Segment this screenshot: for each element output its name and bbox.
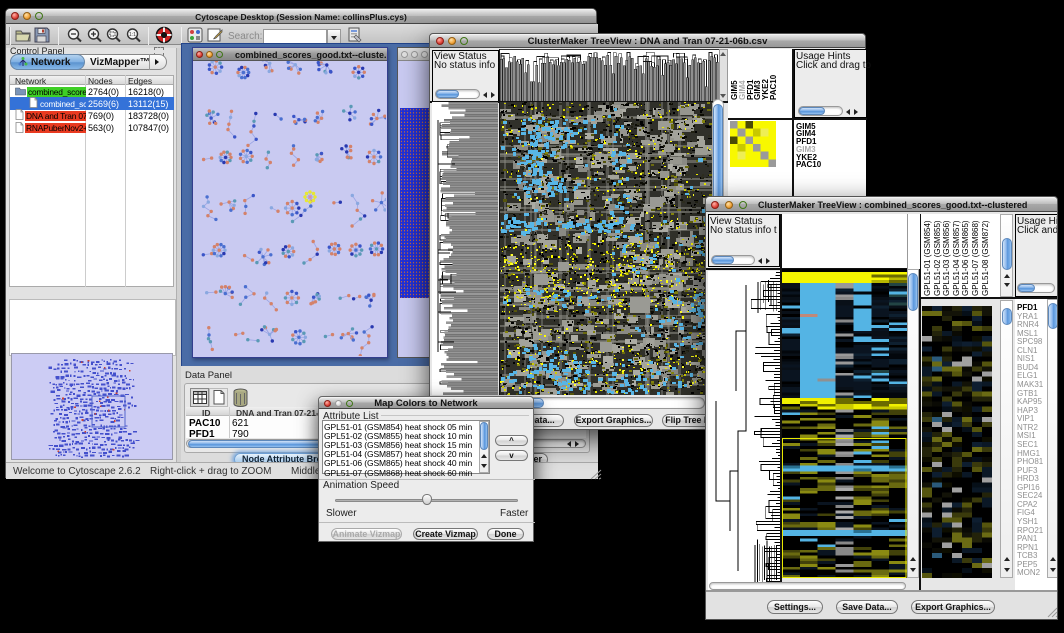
svg-text:1:1: 1:1 <box>129 32 136 38</box>
